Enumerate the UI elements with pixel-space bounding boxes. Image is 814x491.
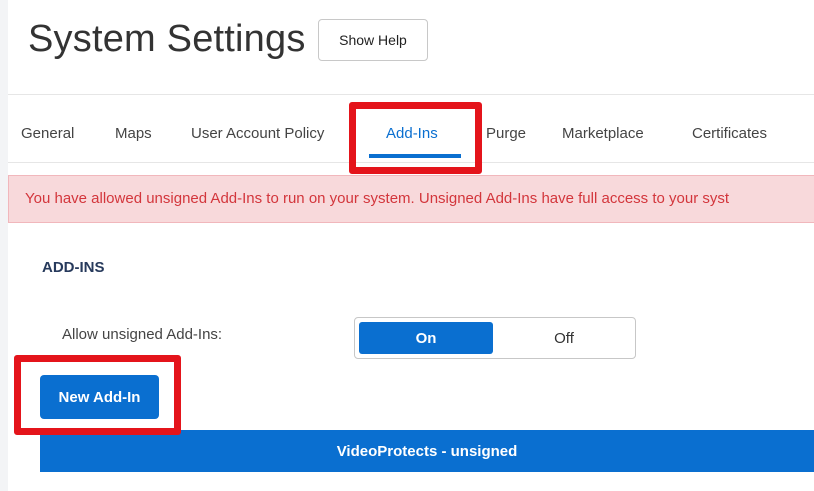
tab-general[interactable]: General [21, 125, 74, 142]
add-in-item[interactable]: VideoProtects - unsigned [40, 430, 814, 472]
toggle-on-option[interactable]: On [359, 322, 493, 354]
unsigned-addins-warning: You have allowed unsigned Add-Ins to run… [8, 175, 814, 223]
allow-unsigned-label: Allow unsigned Add-Ins: [62, 326, 223, 343]
tab-add-ins[interactable]: Add-Ins [386, 125, 438, 142]
allow-unsigned-toggle: On Off [354, 317, 636, 359]
tabs-top-divider [8, 94, 814, 95]
tab-user-account-policy[interactable]: User Account Policy [191, 125, 324, 142]
show-help-button[interactable]: Show Help [318, 19, 428, 61]
active-tab-indicator [369, 154, 461, 158]
tab-certificates[interactable]: Certificates [692, 125, 767, 142]
tab-maps[interactable]: Maps [115, 125, 152, 142]
tabs-bottom-divider [8, 162, 814, 163]
left-panel-edge [0, 0, 8, 491]
page-title: System Settings [28, 18, 306, 60]
new-add-in-button[interactable]: New Add-In [40, 375, 159, 419]
section-title-add-ins: ADD-INS [42, 259, 105, 276]
toggle-off-option[interactable]: Off [497, 322, 631, 354]
tab-purge[interactable]: Purge [486, 125, 526, 142]
tab-marketplace[interactable]: Marketplace [562, 125, 644, 142]
